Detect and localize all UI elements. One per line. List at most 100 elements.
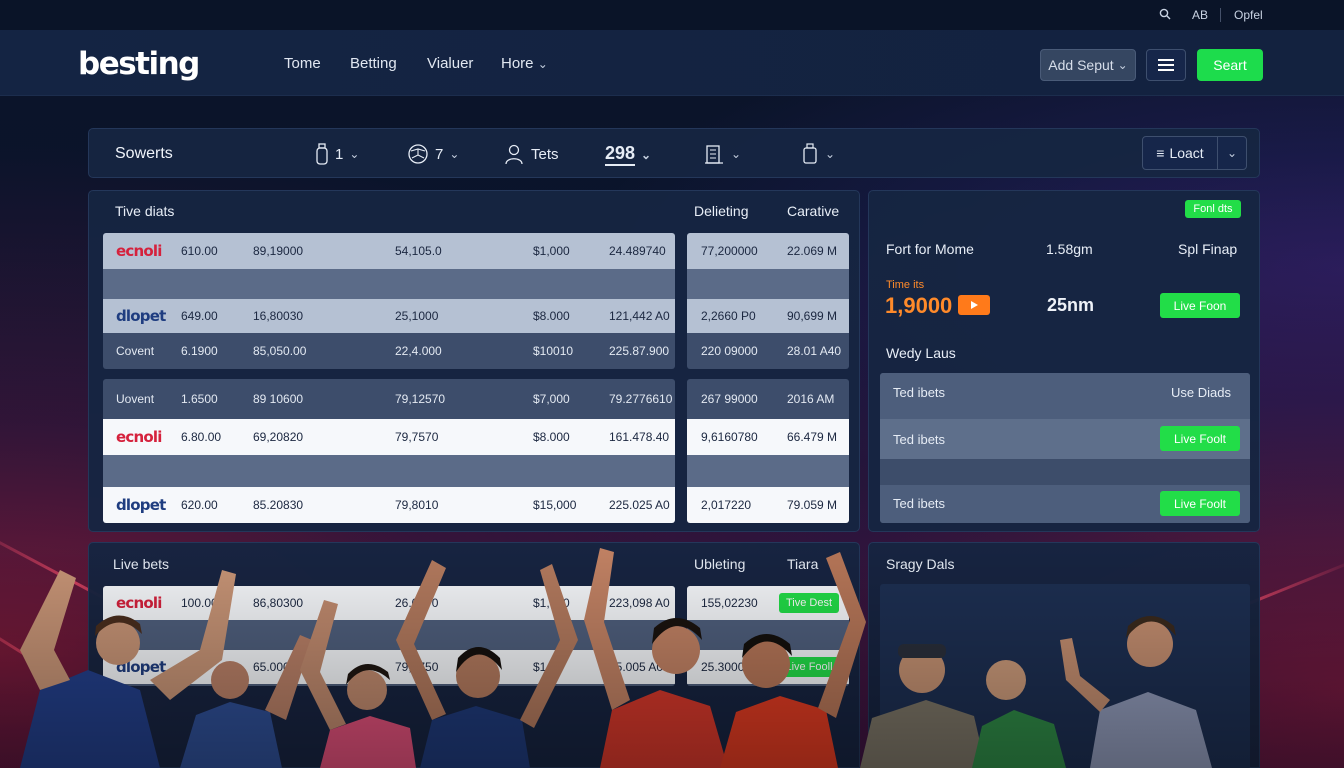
filter-user[interactable]: Tets <box>503 143 559 165</box>
table-cell: 89 10600 <box>253 392 304 406</box>
table-row[interactable]: 155,02230 Tive Dest <box>687 586 849 620</box>
load-button-label: Loact <box>1169 145 1204 161</box>
table-row[interactable]: 267 99000 2016 AM <box>687 379 849 419</box>
weekly-row-label: Ted ibets <box>893 496 946 511</box>
live-table-right: 155,02230 Tive Dest 25.30000 Live Fooll <box>687 586 849 686</box>
options-link[interactable]: Opfel <box>1234 8 1263 22</box>
table-cell: 100.00 <box>181 596 218 610</box>
divider <box>1220 8 1221 22</box>
table-cell: 225.025 A0 <box>609 498 670 512</box>
time-label: Time its <box>886 279 925 291</box>
deals-title: Sragy Dals <box>886 556 955 572</box>
search-cta-button[interactable]: Seart <box>1197 49 1263 81</box>
table-cell: 79,8010 <box>395 498 439 512</box>
table-cell: 24.489740 <box>609 244 666 258</box>
search-icon[interactable] <box>1159 8 1171 23</box>
filter-tag[interactable]: ⌄ <box>801 143 835 165</box>
table-cell: 54,105.0 <box>395 244 442 258</box>
table-row[interactable] <box>103 455 675 487</box>
filter-ball[interactable]: 7 ⌄ <box>407 143 459 165</box>
weekly-header-right: Use Diads <box>1171 385 1231 400</box>
filter-bottle[interactable]: 1 ⌄ <box>315 143 359 165</box>
building-icon <box>705 145 723 164</box>
ball-icon <box>408 144 428 164</box>
tive-diats-title: Tive diats <box>115 203 175 219</box>
table-cell: 15.005 A0 <box>609 660 664 674</box>
filter-building[interactable]: ⌄ <box>703 143 741 165</box>
live-bets-title: Live bets <box>113 556 170 572</box>
table-cell: $8.000 <box>533 430 570 444</box>
table-cell: 220 09000 <box>701 344 758 358</box>
table-cell: 22,4.000 <box>395 344 442 358</box>
load-button[interactable]: ≡ Loact <box>1142 136 1218 170</box>
nav-link-betting[interactable]: Betting <box>350 55 397 72</box>
chevron-down-icon: ⌄ <box>641 147 652 162</box>
live-foolt-button[interactable]: Live Foolt <box>1160 491 1240 516</box>
table-cell: 66.479 M <box>787 430 838 444</box>
tive-table-top-left: ecnoli 610.00 89,19000 54,105.0 $1,000 24.489… <box>103 233 675 369</box>
list-icon: ≡ <box>1156 145 1165 161</box>
table-row[interactable]: ecnoli 100.00 86,80300 26.0170 $1,000 223,098… <box>103 586 675 620</box>
table-row[interactable] <box>103 269 675 299</box>
table-row[interactable]: Uovent 1.6500 89 10600 79,12570 $7,000 79.277… <box>103 379 675 419</box>
language-link[interactable]: AB <box>1192 8 1208 22</box>
hamburger-icon <box>1158 59 1174 71</box>
table-row[interactable] <box>687 269 849 299</box>
table-row[interactable]: Covent 6.1900 85,050.00 22,4.000 $10010 225.8… <box>103 333 675 369</box>
deals-panel: Sragy Dals <box>868 542 1260 768</box>
brand-logo: ecnoli <box>116 428 162 446</box>
nav-link-vialuer[interactable]: Vialuer <box>427 55 473 72</box>
table-row[interactable] <box>687 455 849 487</box>
table-row[interactable]: dlopet 649.00 16,80030 25,1000 $8.000 121,442… <box>103 299 675 333</box>
table-row[interactable]: 2,2660 P0 90,699 M <box>687 299 849 333</box>
add-setup-button[interactable]: Add Seput ⌄ <box>1040 49 1136 81</box>
table-row[interactable]: 9,6160780 66.479 M <box>687 419 849 455</box>
live-button[interactable]: Live Foon <box>1160 293 1240 318</box>
table-row[interactable]: 25.30000 Live Fooll <box>687 650 849 684</box>
tag-icon <box>803 143 817 164</box>
big-value: 1,9000 <box>885 293 953 318</box>
table-cell: 79,7750 <box>395 660 439 674</box>
table-row[interactable]: ecnoli 6.80.00 69,20820 79,7570 $8.000 161.47… <box>103 419 675 455</box>
chevron-down-icon: ⌄ <box>731 147 742 161</box>
table-cell: 79,7570 <box>395 430 439 444</box>
filter-ball-value: 7 <box>435 145 444 163</box>
table-cell: $7,000 <box>533 392 570 406</box>
table-row[interactable]: 77,200000 22.069 M <box>687 233 849 269</box>
tive-table-bottom-right: 267 99000 2016 AM 9,6160780 66.479 M 2,01722… <box>687 379 849 523</box>
table-row[interactable]: ecnoli 610.00 89,19000 54,105.0 $1,000 24.489… <box>103 233 675 269</box>
nav-link-hore[interactable]: Hore ⌄ <box>501 55 548 72</box>
table-cell: 161.478.40 <box>609 430 670 444</box>
table-cell: 25,1000 <box>395 309 439 323</box>
table-cell: $1 <box>533 660 547 674</box>
deals-image-area <box>880 584 1250 768</box>
live-bets-panel: Live bets Ubleting Tiara ecnoli 100.00 86,… <box>88 542 860 768</box>
table-row[interactable]: dlopet 620.00 85.20830 79,8010 $15,000 225.02… <box>103 487 675 523</box>
play-button[interactable] <box>958 295 990 315</box>
filter-count[interactable]: 298 ⌄ <box>605 143 651 166</box>
weekly-title: Wedy Laus <box>886 345 956 361</box>
weekly-row-label: Ted ibets <box>893 432 946 447</box>
load-dropdown-button[interactable]: ⌄ <box>1217 136 1247 170</box>
table-cell: 649.00 <box>181 309 218 323</box>
logo[interactable]: besting <box>78 46 200 82</box>
table-cell: 2,2660 P0 <box>701 309 756 323</box>
chevron-down-icon: ⌄ <box>349 147 360 161</box>
weekly-header-left: Ted ibets <box>893 385 946 400</box>
side-panel: Fonl dts Fort for Mome 1.58gm Spl Finap … <box>868 190 1260 532</box>
filter-bottle-value: 1 <box>335 145 344 163</box>
table-cell: 65.0000 <box>253 660 297 674</box>
nav-link-tome[interactable]: Tome <box>284 55 321 72</box>
info-right: Spl Finap <box>1178 241 1238 257</box>
table-cell: $8.000 <box>533 309 570 323</box>
menu-button[interactable] <box>1146 49 1186 81</box>
weekly-table-header: Ted ibets Use Diads <box>880 373 1250 419</box>
table-row[interactable]: 220 09000 28.01 A40 <box>687 333 849 369</box>
table-row[interactable]: dlopet 65.0000 79,7750 $1 15.005 A0 <box>103 650 675 684</box>
live-foolt-button[interactable]: Live Foolt <box>1160 426 1240 451</box>
table-row[interactable]: 2,017220 79.059 M <box>687 487 849 523</box>
carative-header: Carative <box>787 203 840 219</box>
table-cell: 155,02230 <box>701 596 758 610</box>
live-row-button[interactable]: Live Fooll <box>779 657 839 677</box>
live-row-button[interactable]: Tive Dest <box>779 593 839 613</box>
